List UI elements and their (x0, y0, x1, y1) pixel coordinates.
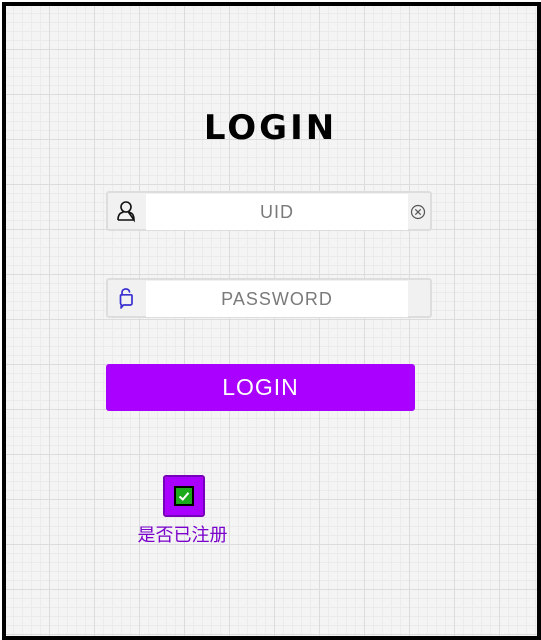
uid-input[interactable] (146, 194, 408, 230)
login-button[interactable]: LOGIN (106, 364, 415, 411)
checkmark-icon (174, 486, 194, 506)
lock-icon (114, 286, 138, 310)
registered-label: 是否已注册 (137, 525, 228, 546)
page-frame (2, 2, 541, 640)
clear-icon[interactable] (410, 204, 426, 220)
password-field (106, 278, 432, 318)
page-title: LOGIN (203, 108, 338, 148)
uid-field (106, 191, 432, 231)
user-icon (114, 199, 138, 223)
registered-checkbox[interactable] (163, 475, 205, 517)
password-input[interactable] (146, 281, 408, 317)
